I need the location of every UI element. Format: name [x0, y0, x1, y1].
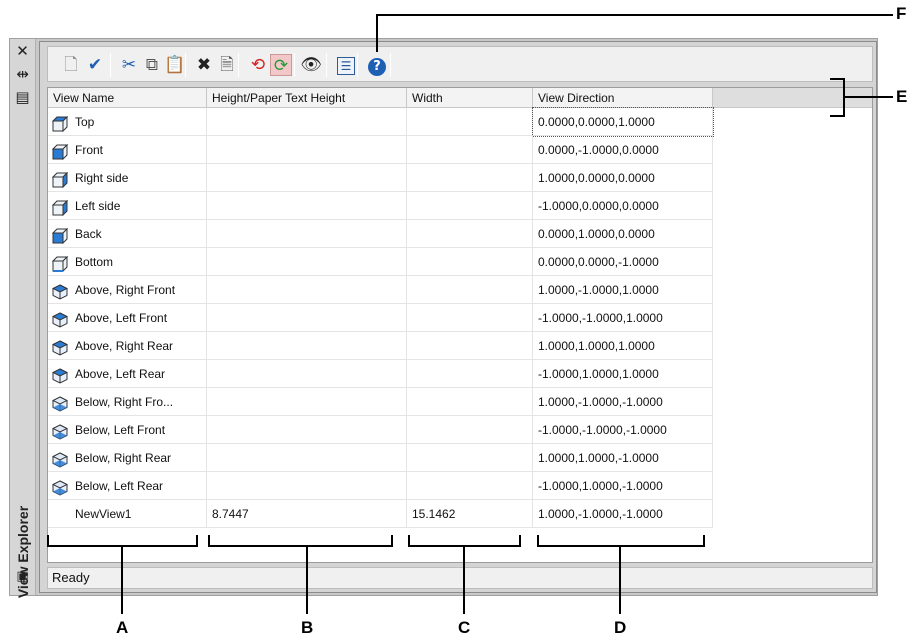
callout-e-label: E	[896, 87, 908, 106]
callout-e-bracket	[830, 78, 845, 117]
callout-a-label: A	[116, 618, 129, 637]
callout-b-bracket	[208, 535, 393, 547]
callout-d-label: D	[614, 618, 627, 637]
callout-d-bracket	[537, 535, 705, 547]
callout-f-label: F	[896, 4, 907, 23]
callout-a-bracket	[47, 535, 198, 547]
callout-c-bracket	[408, 535, 521, 547]
callout-b-label: B	[301, 618, 314, 637]
callout-lines	[47, 14, 893, 614]
callout-c-label: C	[458, 618, 471, 637]
